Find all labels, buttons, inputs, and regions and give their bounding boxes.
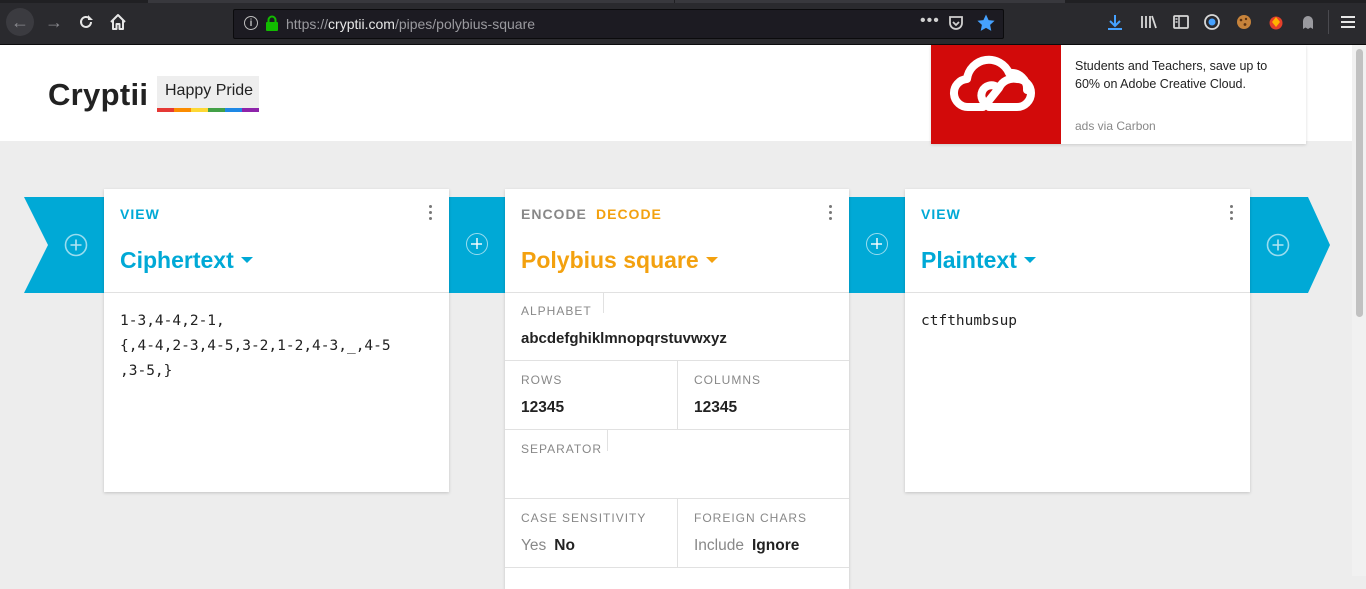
toolbar-divider bbox=[1328, 10, 1329, 34]
caret-down-icon bbox=[705, 256, 718, 263]
columns-label: COLUMNS bbox=[694, 373, 762, 387]
pocket-icon[interactable] bbox=[948, 15, 964, 31]
view-mode-label[interactable]: VIEW bbox=[921, 206, 961, 222]
cryptii-logo[interactable]: Cryptii bbox=[48, 77, 148, 113]
forward-arrow-icon[interactable]: → bbox=[40, 8, 68, 36]
brick-header: VIEW Ciphertext bbox=[104, 189, 449, 293]
add-brick-plus-icon[interactable] bbox=[866, 233, 888, 255]
pipe-end-connector[interactable] bbox=[1250, 197, 1332, 293]
carbon-ad[interactable]: Students and Teachers, save up to 60% on… bbox=[931, 45, 1306, 144]
rows-value[interactable]: 12345 bbox=[521, 399, 564, 417]
rainbow-stripe bbox=[191, 108, 208, 112]
adobe-creative-cloud-logo[interactable] bbox=[931, 45, 1061, 144]
page-actions-icon[interactable]: ••• bbox=[920, 12, 940, 30]
rainbow-stripe bbox=[225, 108, 242, 112]
view-mode-label[interactable]: VIEW bbox=[120, 206, 160, 222]
caret-down-icon bbox=[240, 256, 253, 263]
foreign-ignore-option[interactable]: Ignore bbox=[752, 537, 799, 554]
pipe-connector-2[interactable] bbox=[849, 197, 905, 293]
hamburger-menu-icon[interactable] bbox=[1339, 13, 1357, 31]
extension-fire-icon[interactable] bbox=[1267, 13, 1285, 31]
foreign-chars-options: Include Ignore bbox=[694, 537, 799, 555]
page-scrollbar[interactable] bbox=[1352, 45, 1366, 576]
alphabet-setting[interactable]: ALPHABET abcdefghiklmnopqrstuvwxyz bbox=[505, 292, 849, 361]
label-divider bbox=[607, 430, 608, 451]
separator-setting[interactable]: SEPARATOR bbox=[505, 430, 849, 499]
rainbow-stripe bbox=[157, 108, 174, 112]
add-brick-plus-icon[interactable] bbox=[466, 233, 488, 255]
pride-label: Happy Pride bbox=[165, 82, 254, 99]
ad-via-label[interactable]: ads via Carbon bbox=[1075, 119, 1156, 133]
pipe-start-connector[interactable] bbox=[24, 197, 104, 293]
brick-title-text: Ciphertext bbox=[120, 247, 234, 273]
sidebar-icon[interactable] bbox=[1172, 13, 1190, 31]
label-divider bbox=[603, 292, 604, 313]
brick-title-polybius[interactable]: Polybius square bbox=[521, 247, 718, 274]
extension-ghost-icon[interactable] bbox=[1299, 13, 1317, 31]
foreign-include-option[interactable]: Include bbox=[694, 537, 744, 554]
ciphertext-brick: VIEW Ciphertext 1-3,4-4,2-1, {,4-4,2-3,4… bbox=[104, 189, 449, 492]
brick-menu-icon[interactable] bbox=[429, 205, 433, 220]
ad-text[interactable]: Students and Teachers, save up to 60% on… bbox=[1075, 57, 1295, 93]
url-host: cryptii.com bbox=[328, 16, 395, 32]
scrollbar-thumb[interactable] bbox=[1356, 49, 1363, 317]
columns-setting[interactable]: COLUMNS 12345 bbox=[678, 361, 849, 430]
rainbow-stripe bbox=[208, 108, 225, 112]
alphabet-value[interactable]: abcdefghiklmnopqrstuvwxyz bbox=[521, 330, 727, 347]
foreign-chars-setting[interactable]: FOREIGN CHARS Include Ignore bbox=[678, 499, 849, 568]
browser-toolbar: ← → i https://cryptii.com/pipes/polybius… bbox=[0, 0, 1366, 45]
case-yes-option[interactable]: Yes bbox=[521, 537, 546, 554]
account-icon[interactable] bbox=[1203, 13, 1221, 31]
case-no-option[interactable]: No bbox=[554, 537, 575, 554]
url-scheme: https:// bbox=[286, 16, 329, 32]
encode-mode-button[interactable]: ENCODE bbox=[521, 206, 587, 222]
brick-title-text: Plaintext bbox=[921, 247, 1017, 273]
case-sensitivity-label: CASE SENSITIVITY bbox=[521, 511, 647, 525]
brick-title-plaintext[interactable]: Plaintext bbox=[921, 247, 1036, 274]
rainbow-stripe bbox=[174, 108, 191, 112]
bookmark-star-icon[interactable] bbox=[976, 13, 996, 33]
ciphertext-content[interactable]: 1-3,4-4,2-1, {,4-4,2-3,4-5,3-2,1-2,4-3,_… bbox=[120, 309, 435, 384]
brick-menu-icon[interactable] bbox=[1230, 205, 1234, 220]
site-info-icon[interactable]: i bbox=[244, 16, 258, 30]
rainbow-stripe bbox=[242, 108, 259, 112]
separator-label: SEPARATOR bbox=[521, 442, 603, 456]
rainbow-bar bbox=[157, 108, 259, 112]
download-icon[interactable] bbox=[1106, 13, 1124, 31]
brick-title-text: Polybius square bbox=[521, 247, 699, 273]
brick-header: VIEW Plaintext bbox=[905, 189, 1250, 293]
plaintext-brick: VIEW Plaintext ctfthumbsup bbox=[905, 189, 1250, 492]
brick-menu-icon[interactable] bbox=[829, 205, 833, 220]
columns-value[interactable]: 12345 bbox=[694, 399, 737, 417]
caret-down-icon bbox=[1023, 256, 1036, 263]
rows-setting[interactable]: ROWS 12345 bbox=[505, 361, 678, 430]
case-sensitivity-setting[interactable]: CASE SENSITIVITY Yes No bbox=[505, 499, 678, 568]
plaintext-content[interactable]: ctfthumbsup bbox=[921, 309, 1236, 334]
case-sensitivity-options: Yes No bbox=[521, 537, 575, 555]
pipe-connector-1[interactable] bbox=[449, 197, 505, 293]
alphabet-label: ALPHABET bbox=[521, 304, 592, 318]
reload-icon[interactable] bbox=[72, 8, 100, 36]
decode-mode-button[interactable]: DECODE bbox=[596, 206, 662, 222]
back-arrow-icon[interactable]: ← bbox=[6, 8, 34, 36]
url-bar[interactable]: i https://cryptii.com/pipes/polybius-squ… bbox=[233, 9, 1004, 39]
polybius-square-brick: ENCODE DECODE Polybius square ALPHABET a… bbox=[505, 189, 849, 589]
library-icon[interactable] bbox=[1140, 13, 1158, 31]
home-icon[interactable] bbox=[104, 8, 132, 36]
lock-icon[interactable] bbox=[265, 15, 279, 31]
brick-header: ENCODE DECODE Polybius square bbox=[505, 189, 849, 293]
foreign-chars-label: FOREIGN CHARS bbox=[694, 511, 808, 525]
tab-strip bbox=[0, 0, 1366, 3]
brick-title-ciphertext[interactable]: Ciphertext bbox=[120, 247, 253, 274]
cookie-icon[interactable] bbox=[1235, 13, 1253, 31]
url-text[interactable]: https://cryptii.com/pipes/polybius-squar… bbox=[286, 16, 535, 32]
rows-label: ROWS bbox=[521, 373, 563, 387]
url-path: /pipes/polybius-square bbox=[394, 16, 536, 32]
happy-pride-badge[interactable]: Happy Pride bbox=[157, 76, 259, 112]
